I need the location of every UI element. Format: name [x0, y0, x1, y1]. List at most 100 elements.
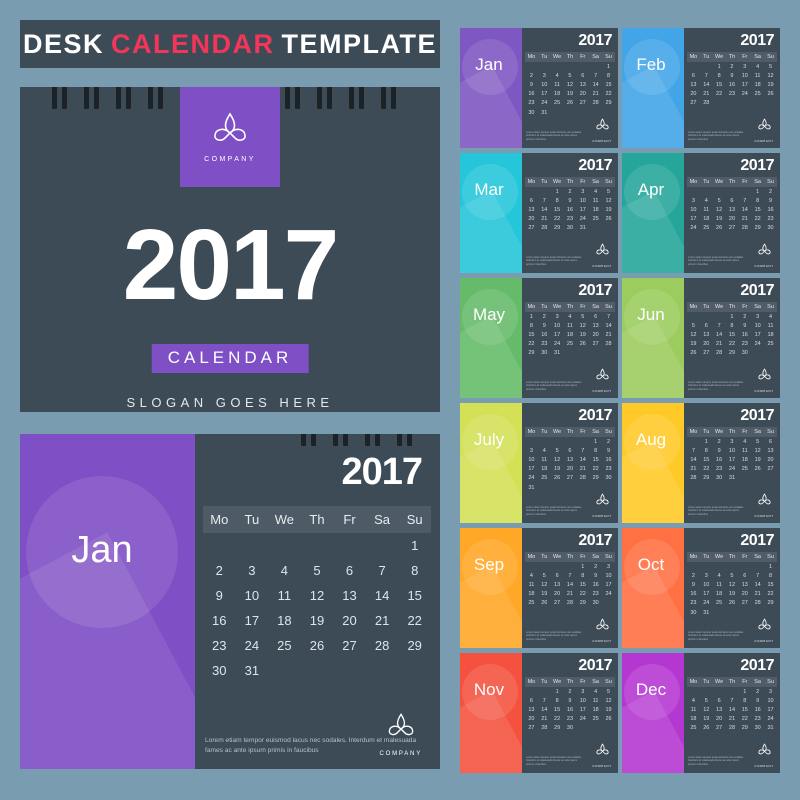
calendar-day-8[interactable]: 8: [713, 71, 726, 80]
calendar-day-18[interactable]: 18: [589, 705, 602, 714]
calendar-day-25[interactable]: 25: [589, 715, 602, 724]
calendar-day-16[interactable]: 16: [203, 608, 236, 633]
calendar-day-23[interactable]: 23: [713, 465, 726, 474]
calendar-day-6[interactable]: 6: [589, 312, 602, 321]
calendar-day-14[interactable]: 14: [366, 583, 399, 608]
calendar-day-31[interactable]: 31: [551, 349, 564, 358]
calendar-day-6[interactable]: 6: [700, 321, 713, 330]
calendar-day-13[interactable]: 13: [738, 580, 751, 589]
calendar-day-3[interactable]: 3: [751, 312, 764, 321]
calendar-day-1[interactable]: 1: [738, 687, 751, 696]
calendar-day-9[interactable]: 9: [726, 71, 739, 80]
calendar-day-19[interactable]: 19: [564, 90, 577, 99]
calendar-day-5[interactable]: 5: [551, 446, 564, 455]
calendar-day-17[interactable]: 17: [700, 590, 713, 599]
calendar-day-17[interactable]: 17: [236, 608, 269, 633]
calendar-day-29[interactable]: 29: [525, 349, 538, 358]
calendar-day-17[interactable]: 17: [764, 705, 777, 714]
calendar-day-7[interactable]: 7: [700, 71, 713, 80]
calendar-day-3[interactable]: 3: [726, 437, 739, 446]
calendar-day-9[interactable]: 9: [764, 196, 777, 205]
calendar-day-19[interactable]: 19: [602, 205, 615, 214]
calendar-day-11[interactable]: 11: [700, 205, 713, 214]
calendar-day-9[interactable]: 9: [602, 446, 615, 455]
calendar-day-23[interactable]: 23: [564, 715, 577, 724]
calendar-day-28[interactable]: 28: [738, 224, 751, 233]
calendar-day-21[interactable]: 21: [751, 590, 764, 599]
calendar-day-10[interactable]: 10: [551, 321, 564, 330]
calendar-day-22[interactable]: 22: [589, 465, 602, 474]
calendar-day-28[interactable]: 28: [751, 599, 764, 608]
calendar-day-22[interactable]: 22: [398, 608, 431, 633]
calendar-day-2[interactable]: 2: [602, 437, 615, 446]
calendar-day-4[interactable]: 4: [700, 196, 713, 205]
calendar-day-14[interactable]: 14: [726, 705, 739, 714]
calendar-day-8[interactable]: 8: [551, 196, 564, 205]
calendar-day-24[interactable]: 24: [525, 474, 538, 483]
calendar-day-27[interactable]: 27: [700, 349, 713, 358]
calendar-day-23[interactable]: 23: [564, 215, 577, 224]
calendar-day-21[interactable]: 21: [538, 215, 551, 224]
calendar-day-25[interactable]: 25: [751, 90, 764, 99]
calendar-day-6[interactable]: 6: [713, 696, 726, 705]
calendar-day-8[interactable]: 8: [589, 446, 602, 455]
calendar-day-4[interactable]: 4: [687, 696, 700, 705]
calendar-day-21[interactable]: 21: [538, 715, 551, 724]
calendar-day-16[interactable]: 16: [764, 205, 777, 214]
month-card-may[interactable]: May 2017 Mo Tu We Th Fr Sa Su 1 2 3 4 5 6 7 8 9 10 11 12 13 14…: [460, 278, 618, 398]
calendar-day-1[interactable]: 1: [551, 187, 564, 196]
calendar-day-22[interactable]: 22: [764, 590, 777, 599]
calendar-day-22[interactable]: 22: [726, 340, 739, 349]
calendar-day-9[interactable]: 9: [589, 571, 602, 580]
calendar-day-16[interactable]: 16: [589, 580, 602, 589]
calendar-day-1[interactable]: 1: [751, 187, 764, 196]
calendar-day-17[interactable]: 17: [576, 705, 589, 714]
calendar-day-15[interactable]: 15: [398, 583, 431, 608]
calendar-day-3[interactable]: 3: [687, 196, 700, 205]
calendar-day-24[interactable]: 24: [726, 465, 739, 474]
calendar-day-31[interactable]: 31: [700, 608, 713, 617]
month-card-feb[interactable]: Feb 2017 Mo Tu We Th Fr Sa Su 1 2 3 4 5 6 7 8 9 10 11 12 13 14…: [622, 28, 780, 148]
calendar-day-2[interactable]: 2: [751, 687, 764, 696]
calendar-day-8[interactable]: 8: [525, 321, 538, 330]
calendar-day-7[interactable]: 7: [751, 571, 764, 580]
calendar-day-29[interactable]: 29: [589, 474, 602, 483]
calendar-day-6[interactable]: 6: [687, 71, 700, 80]
calendar-day-10[interactable]: 10: [738, 71, 751, 80]
calendar-day-25[interactable]: 25: [551, 99, 564, 108]
calendar-day-31[interactable]: 31: [764, 724, 777, 733]
month-card-jun[interactable]: Jun 2017 Mo Tu We Th Fr Sa Su 1 2 3 4 5 6 7 8 9 10 11 12 13 14…: [622, 278, 780, 398]
calendar-day-18[interactable]: 18: [564, 330, 577, 339]
calendar-day-1[interactable]: 1: [713, 62, 726, 71]
calendar-day-27[interactable]: 27: [525, 224, 538, 233]
calendar-day-23[interactable]: 23: [589, 590, 602, 599]
calendar-day-30[interactable]: 30: [538, 349, 551, 358]
calendar-day-16[interactable]: 16: [602, 455, 615, 464]
calendar-day-20[interactable]: 20: [738, 590, 751, 599]
calendar-day-2[interactable]: 2: [687, 571, 700, 580]
calendar-day-1[interactable]: 1: [700, 437, 713, 446]
calendar-day-17[interactable]: 17: [538, 90, 551, 99]
calendar-day-24[interactable]: 24: [236, 633, 269, 658]
calendar-day-14[interactable]: 14: [564, 580, 577, 589]
calendar-day-31[interactable]: 31: [576, 224, 589, 233]
calendar-day-13[interactable]: 13: [687, 80, 700, 89]
calendar-day-25[interactable]: 25: [525, 599, 538, 608]
calendar-day-8[interactable]: 8: [602, 71, 615, 80]
calendar-day-14[interactable]: 14: [538, 705, 551, 714]
calendar-day-10[interactable]: 10: [538, 80, 551, 89]
calendar-day-15[interactable]: 15: [738, 705, 751, 714]
calendar-day-12[interactable]: 12: [726, 580, 739, 589]
calendar-day-18[interactable]: 18: [268, 608, 301, 633]
calendar-day-4[interactable]: 4: [764, 312, 777, 321]
calendar-day-11[interactable]: 11: [589, 196, 602, 205]
calendar-day-20[interactable]: 20: [700, 340, 713, 349]
calendar-day-5[interactable]: 5: [301, 558, 334, 583]
calendar-day-1[interactable]: 1: [551, 687, 564, 696]
calendar-day-29[interactable]: 29: [551, 724, 564, 733]
calendar-day-24[interactable]: 24: [764, 715, 777, 724]
calendar-day-17[interactable]: 17: [551, 330, 564, 339]
calendar-day-9[interactable]: 9: [738, 321, 751, 330]
calendar-day-2[interactable]: 2: [564, 187, 577, 196]
calendar-day-24[interactable]: 24: [538, 99, 551, 108]
